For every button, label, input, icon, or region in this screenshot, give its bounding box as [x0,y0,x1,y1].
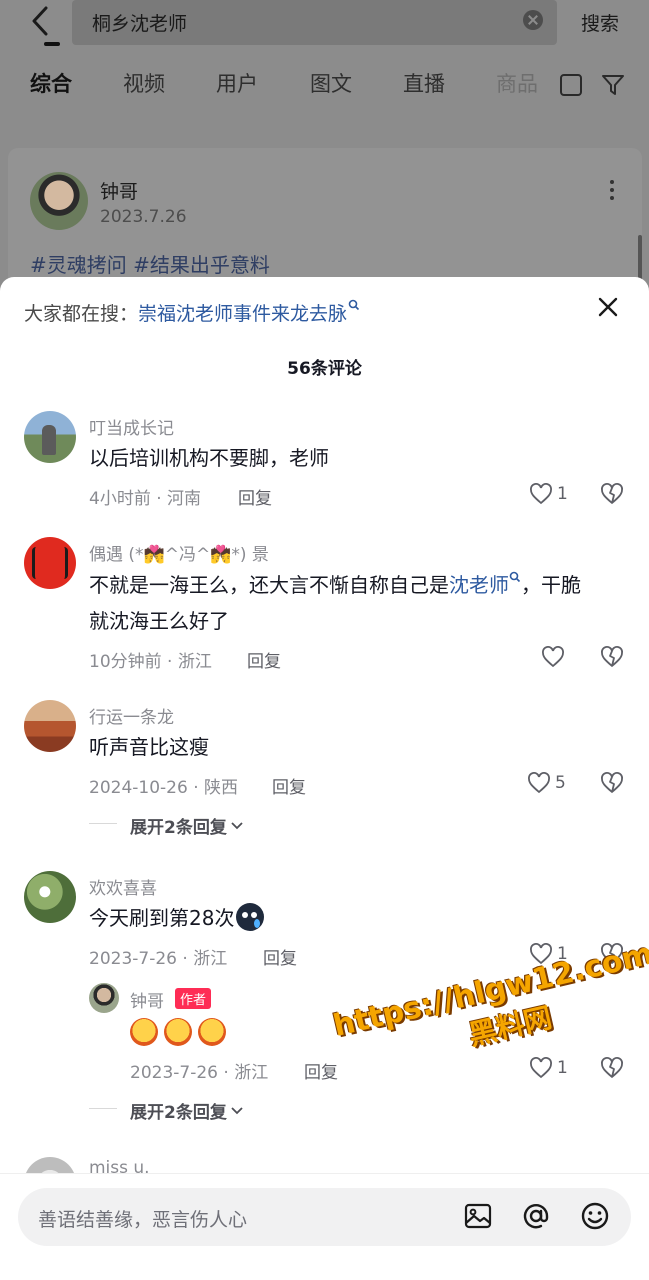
angry-emoji-icon [130,1018,158,1046]
comment-input[interactable]: 善语结善缘，恶言伤人心 [18,1188,631,1246]
chevron-down-icon [231,822,243,830]
avatar[interactable] [24,700,76,752]
broken-heart-icon[interactable] [600,1056,624,1080]
avatar[interactable] [24,871,76,923]
tab-comprehensive[interactable]: 综合 [30,68,72,98]
comment-text: 今天刷到第28次 [89,900,265,936]
comment-meta: 10分钟前 · 浙江 [89,652,212,672]
close-icon[interactable] [596,295,620,319]
comment-username[interactable]: 偶遇 (*💏^冯^💏*) 景 [89,540,269,565]
comment-input-bar: 善语结善缘，恶言伤人心 [0,1173,649,1280]
heart-icon[interactable] [541,646,565,668]
top-bar: 桐乡沈老师 搜索 [0,0,649,50]
avatar-figure [42,425,56,455]
image-icon[interactable] [462,1200,494,1232]
heart-icon[interactable] [529,1057,553,1079]
tab-products[interactable]: 商品 [496,68,538,98]
comment-username[interactable]: 叮当成长记 [89,414,174,439]
comment-text: 以后培训机构不要脚，老师 [89,446,329,470]
layout-toggle-icon[interactable] [560,74,582,96]
comment-text: 听声音比这瘦 [89,735,209,759]
filter-icon[interactable] [600,72,626,98]
like-count: 5 [555,773,566,793]
search-input[interactable]: 桐乡沈老师 [72,0,557,45]
comment-search-link[interactable]: 沈老师 [449,573,509,597]
comment-text-part: 今天刷到第28次 [89,906,235,930]
everyone-searching: 大家都在搜：崇福沈老师事件来龙去脉 [24,299,360,326]
post-author-name[interactable]: 钟哥 [100,177,138,204]
reply-username[interactable]: 钟哥 [130,987,164,1012]
more-options-icon[interactable] [610,180,616,200]
tab-live[interactable]: 直播 [403,68,445,98]
avatar[interactable] [24,411,76,463]
comment-meta: 2023-7-26 · 浙江 [89,949,228,969]
comment-username[interactable]: 行运一条龙 [89,703,174,728]
broken-heart-icon[interactable] [600,645,624,669]
category-tabs: 综合 视频 用户 图文 直播 商品 [0,68,649,108]
heart-icon[interactable] [529,483,553,505]
comment-text-line2: 就沈海王么好了 [89,609,229,633]
broken-heart-icon[interactable] [600,482,624,506]
reply-button[interactable]: 回复 [304,1058,338,1083]
broken-heart-icon[interactable] [600,771,624,795]
search-small-icon [509,571,521,583]
expand-replies-label: 展开2条回复 [130,1103,227,1123]
reply-meta: 2023-7-26 · 浙江 [130,1063,269,1083]
heart-icon[interactable] [527,772,551,794]
search-button[interactable]: 搜索 [581,9,619,36]
everyone-search-link[interactable]: 崇福沈老师事件来龙去脉 [138,303,347,325]
comment-text-part: ，干脆 [521,573,581,597]
expand-replies-label: 展开2条回复 [130,818,227,838]
mention-icon[interactable] [520,1200,552,1232]
chevron-down-icon [231,1107,243,1115]
reply-button[interactable]: 回复 [272,773,306,798]
expand-replies-button[interactable]: 展开2条回复 [130,1098,244,1123]
reply-button[interactable]: 回复 [263,944,297,969]
search-small-icon [348,299,360,311]
back-icon[interactable] [26,6,56,36]
avatar[interactable] [89,983,119,1013]
expand-divider [89,1108,117,1109]
comment-username[interactable]: 欢欢喜喜 [89,874,157,899]
tab-users[interactable]: 用户 [216,68,258,98]
comment-meta: 2024-10-26 · 陕西 [89,778,239,798]
expand-divider [89,823,117,824]
comment-text-part: 不就是一海王么，还大言不惭自称自己是 [89,573,449,597]
tab-video[interactable]: 视频 [123,68,165,98]
cry-emoji-icon [236,903,265,931]
comment-count: 56条评论 [287,359,362,379]
reply-button[interactable]: 回复 [238,484,272,509]
author-badge: 作者 [175,988,212,1009]
active-tab-indicator [44,42,60,46]
angry-emoji-icon [198,1018,226,1046]
comment-text: 不就是一海王么，还大言不惭自称自己是沈老师 ，干脆 [89,567,581,603]
avatar-glyph [32,547,68,579]
search-value: 桐乡沈老师 [92,13,188,35]
like-count: 1 [557,1058,568,1078]
clear-icon[interactable] [523,10,543,30]
tab-image-text[interactable]: 图文 [310,68,352,98]
avatar[interactable] [24,537,76,589]
emoji-icon[interactable] [579,1200,611,1232]
reply-button[interactable]: 回复 [247,647,281,672]
post-date: 2023.7.26 [100,207,187,227]
angry-emoji-icon [164,1018,192,1046]
comment-sheet: 大家都在搜：崇福沈老师事件来龙去脉 56条评论 叮当成长记 以后培训机构不要脚，… [0,277,649,1280]
like-count: 1 [557,484,568,504]
everyone-label: 大家都在搜： [24,303,139,325]
post-hashtags[interactable]: #灵魂拷问 #结果出乎意料 [30,249,270,278]
comment-input-placeholder: 善语结善缘，恶言伤人心 [38,1209,248,1231]
comment-meta: 4小时前 · 河南 [89,489,202,509]
post-author-avatar[interactable] [30,172,88,230]
expand-replies-button[interactable]: 展开2条回复 [130,813,244,838]
